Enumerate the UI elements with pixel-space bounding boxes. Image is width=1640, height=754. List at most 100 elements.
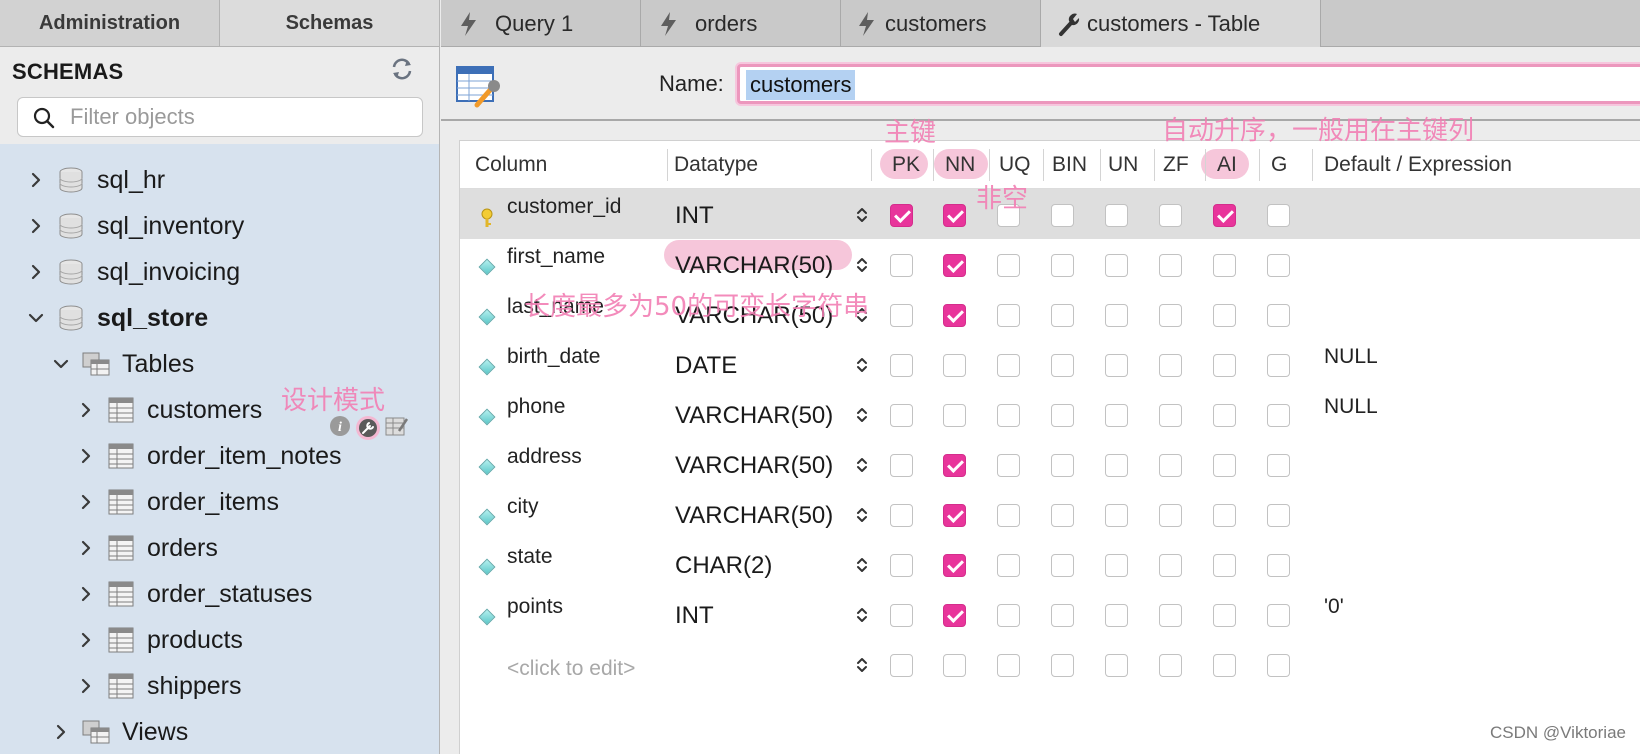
checkbox-bin[interactable] <box>1051 654 1074 677</box>
chevron-right-icon[interactable] <box>25 215 47 237</box>
chevron-down-icon[interactable] <box>25 307 47 329</box>
column-name[interactable]: city <box>507 495 539 519</box>
checkbox-pk[interactable] <box>890 204 913 227</box>
checkbox-g[interactable] <box>1267 404 1290 427</box>
checkbox-un[interactable] <box>1105 504 1128 527</box>
info-icon[interactable]: i <box>329 415 351 437</box>
checkbox-bin[interactable] <box>1051 204 1074 227</box>
wrench-icon[interactable] <box>355 415 381 441</box>
checkbox-zf[interactable] <box>1159 304 1182 327</box>
schema-sql-hr[interactable]: sql_hr <box>25 160 165 200</box>
checkbox-bin[interactable] <box>1051 354 1074 377</box>
header-pk[interactable]: PK <box>892 153 920 177</box>
column-name[interactable]: address <box>507 445 582 469</box>
header-default-expression[interactable]: Default / Expression <box>1324 153 1512 177</box>
checkbox-pk[interactable] <box>890 404 913 427</box>
checkbox-zf[interactable] <box>1159 554 1182 577</box>
chevron-right-icon[interactable] <box>75 629 97 651</box>
column-name[interactable]: birth_date <box>507 345 600 369</box>
checkbox-g[interactable] <box>1267 654 1290 677</box>
checkbox-un[interactable] <box>1105 604 1128 627</box>
column-datatype[interactable]: CHAR(2) <box>675 552 772 580</box>
checkbox-uq[interactable] <box>997 604 1020 627</box>
checkbox-nn[interactable] <box>943 254 966 277</box>
checkbox-nn[interactable] <box>943 604 966 627</box>
checkbox-zf[interactable] <box>1159 254 1182 277</box>
checkbox-uq[interactable] <box>997 354 1020 377</box>
new-column-row[interactable]: <click to edit> <box>460 639 1640 689</box>
datatype-stepper-icon[interactable] <box>855 505 869 525</box>
checkbox-bin[interactable] <box>1051 304 1074 327</box>
column-name[interactable]: state <box>507 545 553 569</box>
column-row[interactable]: points INT '0' <box>460 589 1640 639</box>
filter-objects-input[interactable] <box>70 102 410 132</box>
checkbox-pk[interactable] <box>890 304 913 327</box>
chevron-right-icon[interactable] <box>25 261 47 283</box>
checkbox-g[interactable] <box>1267 604 1290 627</box>
table-customers[interactable]: customers <box>75 390 262 430</box>
datatype-stepper-icon[interactable] <box>855 655 869 675</box>
checkbox-nn[interactable] <box>943 354 966 377</box>
checkbox-un[interactable] <box>1105 204 1128 227</box>
chevron-right-icon[interactable] <box>75 445 97 467</box>
checkbox-zf[interactable] <box>1159 354 1182 377</box>
table-shippers[interactable]: shippers <box>75 666 242 706</box>
table-products[interactable]: products <box>75 620 243 660</box>
views-folder[interactable]: Views <box>50 712 188 752</box>
datatype-stepper-icon[interactable] <box>855 255 869 275</box>
chevron-right-icon[interactable] <box>75 537 97 559</box>
column-name[interactable]: points <box>507 595 563 619</box>
checkbox-g[interactable] <box>1267 204 1290 227</box>
checkbox-uq[interactable] <box>997 454 1020 477</box>
schema-sql-invoicing[interactable]: sql_invoicing <box>25 252 240 292</box>
checkbox-bin[interactable] <box>1051 254 1074 277</box>
checkbox-uq[interactable] <box>997 554 1020 577</box>
checkbox-bin[interactable] <box>1051 604 1074 627</box>
column-row[interactable]: birth_date DATE NULL <box>460 339 1640 389</box>
datatype-stepper-icon[interactable] <box>855 405 869 425</box>
tab-schemas[interactable]: Schemas <box>220 0 439 46</box>
checkbox-nn[interactable] <box>943 204 966 227</box>
column-name[interactable]: phone <box>507 395 565 419</box>
column-datatype[interactable]: DATE <box>675 352 737 380</box>
checkbox-ai[interactable] <box>1213 504 1236 527</box>
column-default[interactable]: '0' <box>1324 595 1344 619</box>
checkbox-pk[interactable] <box>890 554 913 577</box>
datatype-stepper-icon[interactable] <box>855 355 869 375</box>
checkbox-un[interactable] <box>1105 354 1128 377</box>
checkbox-zf[interactable] <box>1159 454 1182 477</box>
checkbox-un[interactable] <box>1105 254 1128 277</box>
column-default[interactable]: NULL <box>1324 395 1378 419</box>
chevron-right-icon[interactable] <box>25 169 47 191</box>
header-column[interactable]: Column <box>475 153 547 177</box>
checkbox-zf[interactable] <box>1159 654 1182 677</box>
column-datatype[interactable]: VARCHAR(50) <box>675 502 833 530</box>
chevron-right-icon[interactable] <box>75 583 97 605</box>
checkbox-un[interactable] <box>1105 454 1128 477</box>
chevron-right-icon[interactable] <box>75 491 97 513</box>
checkbox-uq[interactable] <box>997 504 1020 527</box>
checkbox-un[interactable] <box>1105 304 1128 327</box>
table-orders[interactable]: orders <box>75 528 218 568</box>
checkbox-ai[interactable] <box>1213 604 1236 627</box>
column-row[interactable]: address VARCHAR(50) <box>460 439 1640 489</box>
schema-sql-inventory[interactable]: sql_inventory <box>25 206 244 246</box>
column-row[interactable]: first_name VARCHAR(50) <box>460 239 1640 289</box>
header-bin[interactable]: BIN <box>1052 153 1087 177</box>
datatype-stepper-icon[interactable] <box>855 455 869 475</box>
header-nn[interactable]: NN <box>945 153 975 177</box>
column-datatype[interactable]: VARCHAR(50) <box>675 402 833 430</box>
checkbox-ai[interactable] <box>1213 304 1236 327</box>
checkbox-pk[interactable] <box>890 454 913 477</box>
datatype-stepper-icon[interactable] <box>855 205 869 225</box>
schema-sql-store[interactable]: sql_store <box>25 298 208 338</box>
checkbox-g[interactable] <box>1267 504 1290 527</box>
checkbox-ai[interactable] <box>1213 554 1236 577</box>
checkbox-ai[interactable] <box>1213 454 1236 477</box>
checkbox-nn[interactable] <box>943 304 966 327</box>
checkbox-bin[interactable] <box>1051 404 1074 427</box>
checkbox-ai[interactable] <box>1213 354 1236 377</box>
checkbox-pk[interactable] <box>890 254 913 277</box>
table-name-field[interactable]: customers <box>737 64 1640 104</box>
column-datatype[interactable]: INT <box>675 602 714 630</box>
